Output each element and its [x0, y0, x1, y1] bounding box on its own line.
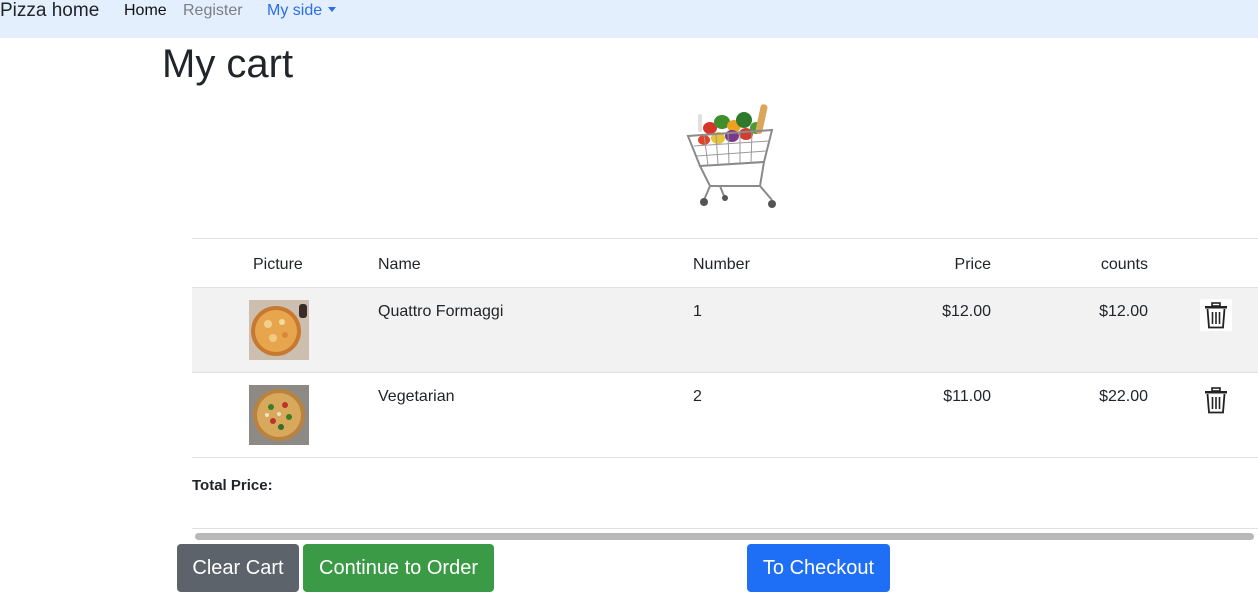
- table-header-row: Picture Name Number Price counts: [192, 239, 1258, 288]
- clear-cart-button[interactable]: Clear Cart: [177, 544, 299, 592]
- item-name: Quattro Formaggi: [378, 303, 504, 320]
- nav-dropdown-my-side[interactable]: My side: [267, 2, 337, 20]
- page-title: My cart: [162, 42, 294, 86]
- column-header-counts: counts: [1100, 256, 1148, 273]
- trash-icon[interactable]: [1200, 299, 1232, 331]
- pizza-vegetarian-image: [249, 385, 309, 445]
- trash-icon[interactable]: [1200, 384, 1232, 416]
- item-price: $12.00: [942, 303, 991, 320]
- table-row: Vegetarian 2 $11.00 $22.00: [192, 373, 1258, 458]
- table-row: Quattro Formaggi 1 $12.00 $12.00: [192, 288, 1258, 373]
- navbar: Pizza home Home Register My side: [0, 0, 1258, 38]
- shopping-cart-image: [686, 104, 776, 208]
- column-header-price: Price: [954, 256, 991, 273]
- continue-to-order-button[interactable]: Continue to Order: [303, 544, 494, 592]
- item-number: 2: [693, 388, 702, 405]
- column-header-picture: Picture: [253, 256, 303, 273]
- item-number: 1: [693, 303, 702, 320]
- divider: [192, 528, 1258, 529]
- to-checkout-button[interactable]: To Checkout: [747, 544, 890, 592]
- pizza-quattro-formaggi-image: [249, 300, 309, 360]
- column-header-name: Name: [378, 256, 421, 273]
- item-counts: $22.00: [1099, 388, 1148, 405]
- item-name: Vegetarian: [378, 388, 455, 405]
- caret-down-icon: [328, 7, 337, 12]
- nav-link-register[interactable]: Register: [183, 2, 243, 20]
- item-price: $11.00: [943, 388, 991, 405]
- column-header-number: Number: [693, 256, 750, 273]
- nav-link-home[interactable]: Home: [124, 2, 167, 20]
- total-price-label: Total Price:: [192, 477, 273, 494]
- nav-dropdown-label: My side: [267, 2, 323, 19]
- cart-table: Picture Name Number Price counts Quattro…: [192, 238, 1258, 458]
- navbar-brand[interactable]: Pizza home: [0, 0, 99, 22]
- item-counts: $12.00: [1099, 303, 1148, 320]
- scrollbar-thumb[interactable]: [195, 533, 1254, 540]
